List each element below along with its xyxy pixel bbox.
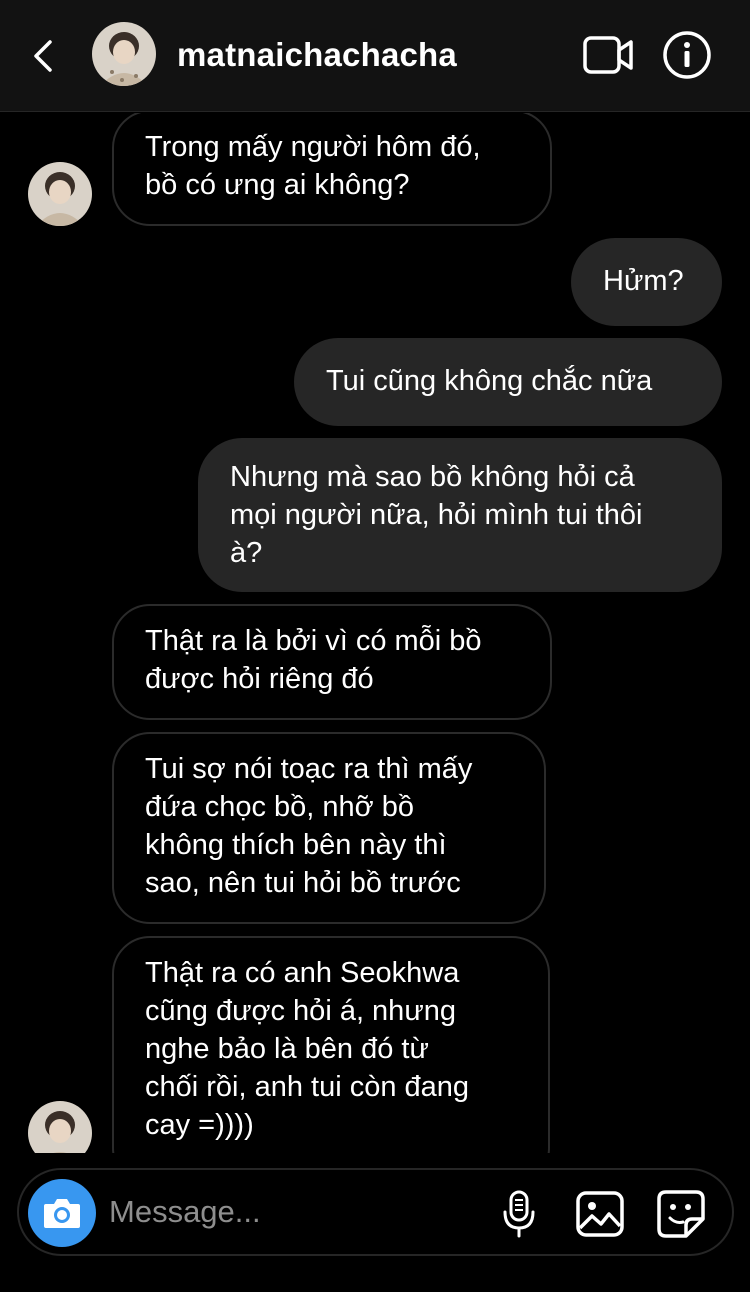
avatar[interactable] [92, 22, 156, 86]
camera-icon [44, 1199, 80, 1228]
sender-avatar[interactable] [28, 162, 92, 226]
video-camera-icon [583, 36, 633, 74]
message-bubble-incoming[interactable]: Trong mấy người hôm đó, bồ có ưng ai khô… [112, 113, 552, 226]
message-line: Nhưng mà sao bồ không hỏi cả [230, 461, 635, 493]
message-line: bồ có ưng ai không? [145, 169, 410, 201]
video-call-button[interactable] [583, 34, 635, 76]
microphone-icon [503, 1190, 535, 1238]
message-composer [17, 1168, 734, 1256]
image-gallery-icon [576, 1191, 624, 1237]
chevron-left-icon [34, 40, 52, 72]
message-bubble-outgoing[interactable]: Tui cũng không chắc nữa [294, 338, 722, 426]
message-line: Hửm? [603, 265, 684, 297]
message-line: Tui cũng không chắc nữa [326, 365, 653, 397]
message-line: à? [230, 537, 263, 569]
message-line: Trong mấy người hôm đó, [145, 131, 481, 163]
back-button[interactable] [30, 34, 60, 78]
message-input[interactable] [109, 1190, 479, 1234]
sender-avatar[interactable] [28, 1101, 92, 1153]
message-line: đứa chọc bồ, nhỡ bồ [145, 791, 415, 823]
message-bubble-incoming[interactable]: Thật ra là bởi vì có mỗi bồ được hỏi riê… [112, 604, 552, 720]
info-button[interactable] [662, 30, 712, 80]
message-line: sao, nên tui hỏi bồ trước [145, 867, 461, 899]
gallery-button[interactable] [575, 1190, 625, 1238]
sticker-icon [657, 1190, 705, 1238]
message-line: Thật ra có anh Seokhwa [145, 957, 460, 989]
chat-username[interactable]: matnaichachacha [177, 36, 457, 74]
voice-message-button[interactable] [501, 1190, 537, 1238]
message-line: không thích bên này thì [145, 829, 447, 861]
message-line: nghe bảo là bên đó từ [145, 1033, 429, 1065]
info-icon [663, 31, 711, 79]
message-line: chối rồi, anh tui còn đang [145, 1071, 470, 1103]
message-list[interactable]: Trong mấy người hôm đó, bồ có ưng ai khô… [0, 113, 750, 1153]
camera-button[interactable] [28, 1179, 96, 1247]
message-bubble-outgoing[interactable]: Hửm? [571, 238, 722, 326]
message-bubble-incoming[interactable]: Tui sợ nói toạc ra thì mấy đứa chọc bồ, … [112, 732, 546, 924]
message-bubble-outgoing[interactable]: Nhưng mà sao bồ không hỏi cả mọi người n… [198, 438, 722, 592]
message-line: mọi người nữa, hỏi mình tui thôi [230, 499, 643, 531]
message-bubble-incoming[interactable]: Thật ra có anh Seokhwa cũng được hỏi á, … [112, 936, 550, 1153]
message-line: được hỏi riêng đó [145, 663, 374, 695]
message-line: Thật ra là bởi vì có mỗi bồ [145, 625, 482, 657]
message-line: Tui sợ nói toạc ra thì mấy [145, 753, 473, 785]
chat-header: matnaichachacha [0, 0, 750, 112]
message-line: cay =)))) [145, 1109, 254, 1141]
message-line: cũng được hỏi á, nhưng [145, 995, 456, 1027]
sticker-button[interactable] [656, 1189, 706, 1239]
